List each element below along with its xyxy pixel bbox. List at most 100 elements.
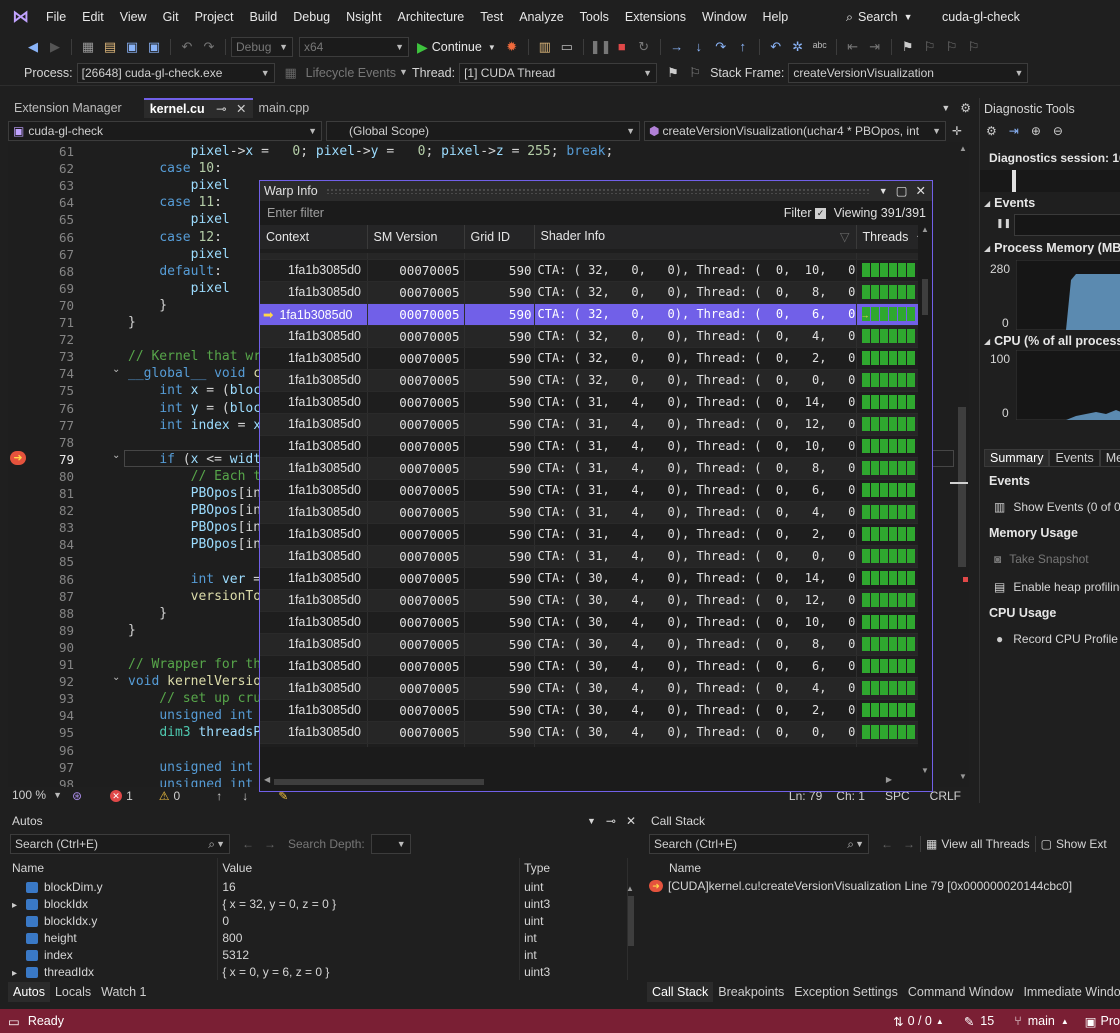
branch-icon[interactable]: ⑂ [1014, 1014, 1022, 1028]
warning-icon[interactable]: ⚠ [159, 789, 170, 803]
table-row[interactable]: 1fa1b3085d0 00070005 590 CTA: ( 31, 4, 0), … [260, 479, 931, 502]
code-line[interactable]: case 12: [128, 230, 222, 245]
enable-heap-profiling-button[interactable]: ▤ Enable heap profiling [994, 580, 1120, 594]
pin-icon[interactable]: ⊸ [606, 814, 616, 828]
editor-vertical-scrollbar[interactable]: ▲ ▼ [950, 142, 969, 790]
events-section[interactable]: ◢ Events [984, 196, 1035, 210]
table-row[interactable]: height 800 int [8, 929, 628, 946]
table-row[interactable]: ▸ blockIdx{ x = 32, y = 0, z = 0 } uint3 [8, 895, 628, 912]
lifecycle-events-button[interactable]: Lifecycle Events [306, 66, 396, 80]
variable-value-cell[interactable]: 16 [217, 878, 521, 895]
variable-value-cell[interactable]: 800 [217, 929, 521, 946]
code-line[interactable]: int x = (block [128, 383, 269, 398]
expand-chevron-icon[interactable]: ▸ [12, 968, 26, 979]
tab-call-stack[interactable]: Call Stack [647, 982, 714, 1002]
project-status[interactable]: Pro [1101, 1014, 1120, 1028]
diag-tab-events[interactable]: Events [1049, 449, 1100, 467]
close-icon[interactable]: ✕ [916, 181, 926, 201]
table-row[interactable]: 1fa1b3085d0 00070005 590 CTA: ( 30, 4, 0), … [260, 633, 931, 656]
warp-info-window[interactable]: Warp Info ▼ ▢ ✕ Enter filter Filter ✓ Vi… [259, 180, 933, 792]
warp-column-context[interactable]: Context [260, 225, 368, 250]
fold-chevron-icon[interactable]: ⌄ [112, 450, 120, 461]
scrollbar-thumb[interactable] [958, 407, 966, 567]
search-forward-icon[interactable]: → [903, 837, 915, 851]
cpu-section[interactable]: ◢CPU (% of all processor [984, 334, 1120, 348]
warp-horizontal-scrollbar[interactable]: ◀ ▶ [260, 775, 916, 789]
maximize-icon[interactable]: ▢ [896, 181, 908, 201]
chevron-up-icon[interactable]: ▲ [1061, 1017, 1069, 1026]
zoom-in-icon[interactable]: ⊕ [1031, 124, 1041, 138]
previous-issue-icon[interactable]: ↑ [216, 789, 222, 803]
code-line[interactable]: pixel [128, 247, 230, 262]
code-line[interactable]: } [128, 623, 136, 638]
menu-analyze[interactable]: Analyze [511, 0, 571, 34]
table-row[interactable]: 1fa1b3085d0 00070005 590 CTA: ( 31, 4, 0), … [260, 523, 931, 546]
scope-dropdown[interactable]: (Global Scope) ▼ [326, 121, 640, 141]
code-line[interactable]: int y = (block [128, 401, 269, 416]
autos-scrollbar[interactable]: ▲ [626, 880, 638, 980]
table-row[interactable]: 1fa1b3085d0 00070005 590 CTA: ( 30, 4, 0), … [260, 699, 931, 722]
filter-threads-icon[interactable]: ⚐ [685, 63, 705, 83]
flag-thread-icon[interactable]: ⚑ [663, 63, 683, 83]
menu-tools[interactable]: Tools [572, 0, 617, 34]
code-line[interactable]: int ver = [128, 572, 261, 587]
table-row[interactable]: 1fa1b3085d0 00070005 590 CTA: ( 30, 4, 0), … [260, 611, 931, 634]
fold-chevron-icon[interactable]: ⌄ [112, 672, 120, 683]
menu-git[interactable]: Git [155, 0, 187, 34]
code-line[interactable]: default: [128, 264, 222, 279]
continue-button[interactable]: ▶ Continue ▼ [417, 39, 496, 56]
tab-locals[interactable]: Locals [50, 982, 96, 1002]
table-row[interactable]: 1fa1b3085d0 00070005 590 CTA: ( 31, 4, 0), … [260, 391, 931, 414]
warp-column-shader-info[interactable]: Shader Info ▽ [534, 225, 857, 250]
code-line[interactable]: // Kernel that wri [128, 349, 269, 364]
menu-view[interactable]: View [112, 0, 155, 34]
autos-column-name[interactable]: Name [8, 858, 219, 878]
next-bookmark-icon[interactable]: ⚐ [942, 37, 962, 57]
menu-nsight[interactable]: Nsight [338, 0, 389, 34]
prev-bookmark-icon[interactable]: ⚐ [920, 37, 940, 57]
code-line[interactable]: case 11: [128, 195, 222, 210]
breakpoint-settings-icon[interactable]: ✲ [788, 37, 808, 57]
code-line[interactable]: versionToC [128, 589, 269, 604]
chevron-up-icon[interactable]: ▲ [936, 1017, 944, 1026]
record-cpu-profile-button[interactable]: ● Record CPU Profile [996, 632, 1118, 646]
project-dropdown[interactable]: ▣ cuda-gl-check ▼ [8, 121, 322, 141]
step-back-icon[interactable]: ↶ [766, 37, 786, 57]
spell-check-icon[interactable]: ᵃᵇᶜ [810, 37, 830, 57]
filter-input[interactable]: Enter filter [267, 206, 324, 220]
table-row[interactable]: blockIdx.y 0 uint [8, 912, 628, 929]
zoom-dropdown[interactable]: 100 % ▼ [8, 788, 66, 804]
menu-edit[interactable]: Edit [74, 0, 112, 34]
code-line[interactable]: pixel [128, 178, 230, 193]
code-line[interactable]: pixel->x = 0; pixel->y = 0; pixel->z = 2… [128, 144, 614, 159]
table-row[interactable]: 1fa1b3085d0 00070005 590 CTA: ( 31, 4, 0), … [260, 457, 931, 480]
variable-value-cell[interactable]: { x = 32, y = 0, z = 0 } [217, 895, 521, 912]
code-line[interactable]: unsigned int b [128, 760, 269, 775]
indent-icon[interactable]: ⇤ [843, 37, 863, 57]
bookmark-icon[interactable]: ⚑ [898, 37, 918, 57]
back-icon[interactable]: ◀ [23, 37, 43, 57]
tab-exception-settings[interactable]: Exception Settings [789, 982, 903, 1002]
autos-search-input[interactable]: Search (Ctrl+E) ⌕ ▼ [10, 834, 230, 854]
forward-icon[interactable]: ▶ [45, 37, 65, 57]
search-back-icon[interactable]: ← [881, 837, 893, 851]
table-row[interactable]: 1fa1b3085d000070005590CTA: ( 29, 4, 0), … [260, 743, 931, 747]
save-all-icon[interactable]: ▣ [144, 37, 164, 57]
process-memory-section[interactable]: ◢ Process Memory (MB) [984, 241, 1120, 255]
table-row[interactable]: 1fa1b3085d0 00070005 590 CTA: ( 31, 4, 0), … [260, 435, 931, 458]
code-line[interactable]: } [128, 315, 136, 330]
warp-vertical-scrollbar[interactable]: ▲ ▼ [918, 225, 932, 775]
code-line[interactable]: PBOpos[ind [128, 486, 269, 501]
platform-dropdown[interactable]: x64 ▼ [299, 37, 409, 57]
search-back-icon[interactable]: ← [242, 837, 254, 851]
redo-icon[interactable]: ↷ [199, 37, 219, 57]
callstack-search-input[interactable]: Search (Ctrl+E) ⌕ ▼ [649, 834, 869, 854]
table-row[interactable]: 1fa1b3085d0 00070005 590 CTA: ( 32, 0, 0), … [260, 281, 931, 304]
member-dropdown[interactable]: ⬢ createVersionVisualization(uchar4 * PBO… [644, 121, 946, 156]
autos-column-value[interactable]: Value [217, 858, 521, 878]
configuration-dropdown[interactable]: Debug ▼ [231, 37, 293, 57]
search-forward-icon[interactable]: → [264, 837, 276, 851]
tab-watch-1[interactable]: Watch 1 [96, 982, 151, 1002]
layout-icon[interactable]: ▭ [557, 37, 577, 57]
branch-name[interactable]: main [1028, 1014, 1055, 1028]
